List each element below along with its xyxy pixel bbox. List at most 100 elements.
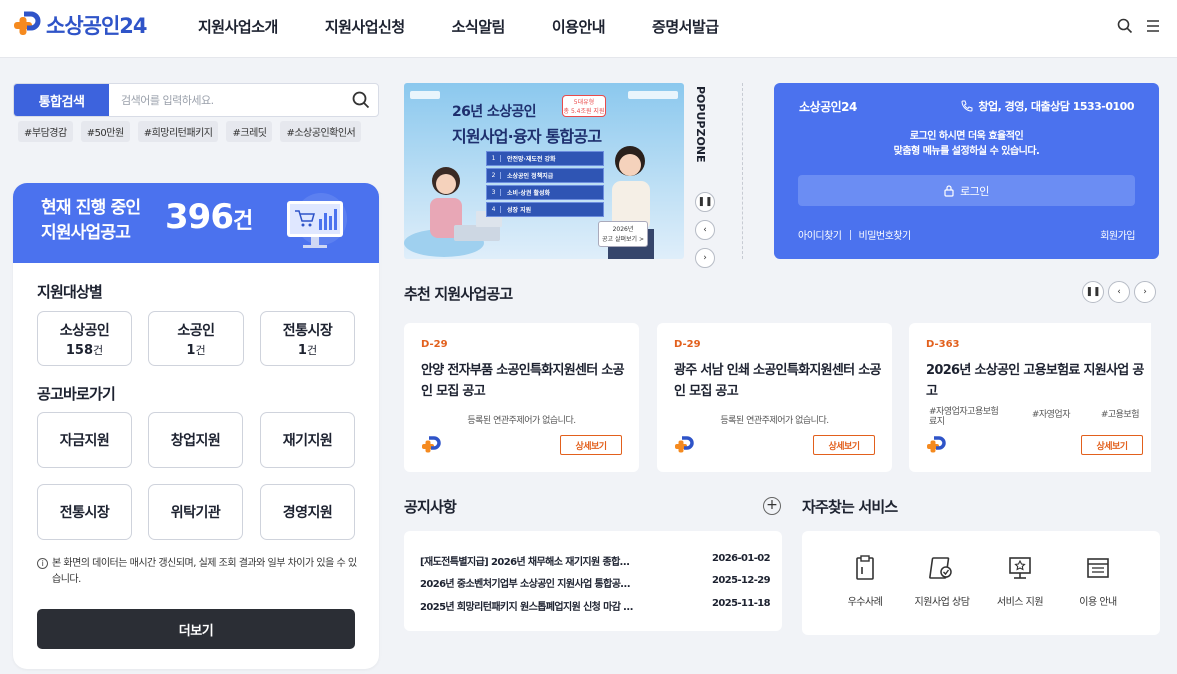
join-link[interactable]: 회원가입 [1100, 227, 1135, 242]
shortcut-recovery-support[interactable]: 재기지원 [260, 412, 355, 468]
dday-label: D-29 [674, 339, 701, 350]
brand-logo-icon [422, 436, 441, 453]
shortcut-startup-support[interactable]: 창업지원 [148, 412, 243, 468]
pause-icon: ❚❚ [697, 197, 713, 207]
search-input[interactable] [109, 93, 344, 107]
target-box-traditional-market[interactable]: 전통시장 1건 [260, 311, 355, 366]
logo[interactable]: 소상공인24 [12, 10, 148, 40]
services-list: 우수사례 지원사업 상담 서비스 지원 이용 안내 [802, 531, 1160, 635]
search-submit-button[interactable] [344, 84, 378, 116]
target-box-craftsman[interactable]: 소공인 1건 [148, 311, 244, 366]
detail-button[interactable]: 상세보기 [560, 435, 622, 455]
more-button[interactable]: 더보기 [37, 609, 355, 649]
dday-label: D-363 [926, 339, 960, 350]
banner-cta-card: 2026년 공고 살펴보기 > [598, 221, 648, 247]
shortcut-section-title: 공고바로가기 [37, 385, 116, 403]
header-tools [1117, 18, 1161, 34]
search-icon [352, 91, 370, 109]
banner-title-line1: 26년 소상공인 [452, 104, 537, 120]
login-links: 아이디찾기 비밀번호찾기 [798, 227, 911, 242]
banner-badge: 5대유형 총 5.4조원 지원 [562, 95, 606, 117]
popup-controls: ❚❚ ‹ › [695, 192, 715, 268]
prev-button[interactable]: ‹ [695, 220, 715, 240]
banner-list-item: 1 안전망·재도전 강화 [486, 151, 604, 166]
detail-button[interactable]: 상세보기 [813, 435, 875, 455]
card-subtext: 등록된 연관주제어가 없습니다. [467, 416, 576, 426]
phone-icon [961, 100, 973, 112]
banner-title-line2: 지원사업·융자 통합공고 [452, 127, 602, 146]
recommend-card[interactable]: D-29 안양 전자부품 소공인특화지원센터 소공인 모집 공고 등록된 연관주… [404, 323, 639, 472]
card-title: 안양 전자부품 소공인특화지원센터 소공인 모집 공고 [421, 363, 625, 399]
shortcut-fund-support[interactable]: 자금지원 [37, 412, 132, 468]
plus-icon: + [766, 497, 778, 513]
find-password-link[interactable]: 비밀번호찾기 [859, 227, 912, 242]
pause-icon: ❚❚ [1085, 287, 1101, 297]
dday-label: D-29 [421, 339, 448, 350]
recommend-prev-button[interactable]: ‹ [1108, 281, 1130, 303]
search-icon[interactable] [1117, 18, 1133, 34]
monitor-cart-icon [281, 189, 361, 259]
search-tags: #부담경감 #50만원 #희망리턴패키지 #크레딧 #소상공인확인서 [18, 121, 378, 142]
search-tag[interactable]: #50만원 [80, 121, 130, 142]
search-tag[interactable]: #부담경감 [18, 121, 73, 142]
service-support-consult[interactable]: 지원사업 상담 [902, 555, 982, 608]
search-bar: 통합검색 [13, 83, 379, 117]
nav-item-support-intro[interactable]: 지원사업소개 [198, 16, 278, 37]
nav-item-support-apply[interactable]: 지원사업신청 [325, 16, 405, 37]
recommend-title: 추천 지원사업공고 [404, 285, 513, 303]
summary-title: 현재 진행 중인 지원사업공고 [41, 198, 141, 243]
pause-button[interactable]: ❚❚ [695, 192, 715, 212]
notice-item[interactable]: 2026년 중소벤처기업부 소상공인 지원사업 통합공… 2025-12-29 [420, 575, 771, 590]
detail-button[interactable]: 상세보기 [1081, 435, 1143, 455]
service-best-practice[interactable]: 우수사례 [825, 555, 905, 608]
lock-icon [944, 184, 954, 197]
popup-banner[interactable]: 26년 소상공인 지원사업·융자 통합공고 5대유형 총 5.4조원 지원 1안… [404, 83, 684, 259]
notice-item[interactable]: [재도전특별지급] 2026년 채무해소 재기지원 종합… 2026-01-02 [420, 553, 771, 568]
login-button[interactable]: 로그인 [798, 175, 1135, 206]
service-usage-guide[interactable]: 이용 안내 [1058, 555, 1138, 608]
shortcut-traditional-market[interactable]: 전통시장 [37, 484, 132, 540]
banner-list: 1 안전망·재도전 강화 2 소상공인 정책지급 3 소비·상권 활성화 4 성장 지원 [486, 151, 604, 219]
recommend-card[interactable]: D-363 2026년 소상공인 고용보험료 지원사업 공고 #자영업자고용보험… [909, 323, 1151, 472]
shortcut-consigned-agency[interactable]: 위탁기관 [148, 484, 243, 540]
recommend-next-button[interactable]: › [1134, 281, 1156, 303]
monitor-star-icon [1009, 557, 1031, 579]
divider [742, 83, 743, 259]
banner-list-item: 3 소비·상권 활성화 [486, 185, 604, 200]
card-tags: #자영업자고용보험료지 #자영업자 #고용보험 [929, 407, 1140, 427]
link-divider [849, 229, 851, 240]
card-title: 광주 서남 인쇄 소공인특화지원센터 소공인 모집 공고 [674, 363, 881, 399]
recommend-pause-button[interactable]: ❚❚ [1082, 281, 1104, 303]
logo-text: 소상공인24 [46, 14, 148, 38]
newspaper-icon [1087, 558, 1109, 578]
chevron-right-icon: › [1143, 287, 1147, 297]
summary-header: 현재 진행 중인 지원사업공고 396건 [13, 183, 379, 263]
consult-phone: 창업, 경영, 대출상담 1533-0100 [961, 98, 1134, 114]
search-tag[interactable]: #크레딧 [226, 121, 273, 142]
services-title: 자주찾는 서비스 [802, 498, 898, 516]
popupzone-label: POPUPZONE [694, 86, 707, 163]
recommend-controls: ❚❚ ‹ › [1082, 281, 1156, 303]
nav-item-guide[interactable]: 이용안내 [552, 16, 606, 37]
banner-list-item: 4 성장 지원 [486, 202, 604, 217]
find-id-link[interactable]: 아이디찾기 [798, 227, 842, 242]
nav-item-news[interactable]: 소식알림 [452, 16, 506, 37]
next-button[interactable]: › [695, 248, 715, 268]
login-panel: 소상공인24 창업, 경영, 대출상담 1533-0100 로그인 하시면 더욱… [774, 83, 1159, 259]
search-tag[interactable]: #소상공인확인서 [280, 121, 362, 142]
nav-item-certificate[interactable]: 증명서발급 [652, 16, 719, 37]
card-subtext: 등록된 연관주제어가 없습니다. [720, 416, 829, 426]
notice-more-button[interactable]: + [763, 497, 781, 515]
shortcut-management-support[interactable]: 경영지원 [260, 484, 355, 540]
target-section-title: 지원대상별 [37, 283, 103, 301]
recommend-card[interactable]: D-29 광주 서남 인쇄 소공인특화지원센터 소공인 모집 공고 등록된 연관… [657, 323, 892, 472]
login-title: 소상공인24 [799, 100, 857, 114]
notice-item[interactable]: 2025년 희망리턴패키지 원스톱폐업지원 신청 마감 … 2025-11-18 [420, 598, 771, 613]
menu-icon[interactable] [1145, 18, 1161, 34]
target-box-small-business[interactable]: 소상공인 158건 [37, 311, 132, 366]
search-tag[interactable]: #희망리턴패키지 [137, 121, 219, 142]
chevron-left-icon: ‹ [703, 225, 707, 235]
header: 소상공인24 지원사업소개 지원사업신청 소식알림 이용안내 증명서발급 [0, 0, 1177, 58]
summary-count: 396건 [165, 197, 253, 237]
service-assistance[interactable]: 서비스 지원 [980, 555, 1060, 608]
